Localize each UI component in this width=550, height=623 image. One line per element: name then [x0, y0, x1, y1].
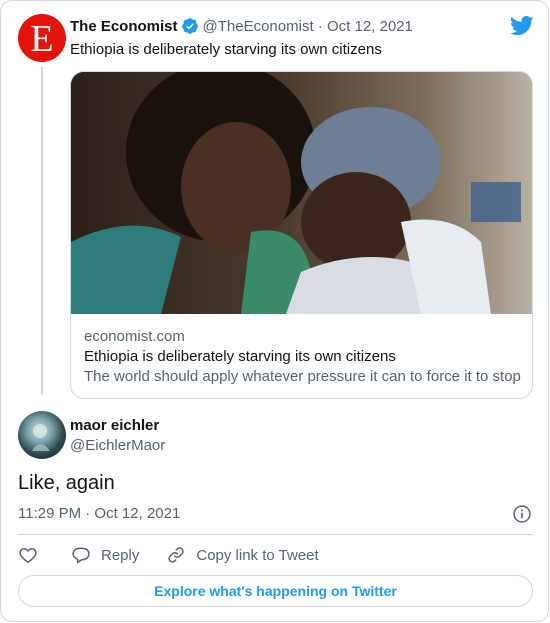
- quoted-author-name[interactable]: The Economist: [70, 18, 178, 35]
- quoted-tweet-date[interactable]: Oct 12, 2021: [327, 18, 413, 35]
- author-name[interactable]: maor eichler: [70, 417, 159, 434]
- quoted-tweet-header: The Economist @TheEconomist · Oct 12, 20…: [70, 17, 413, 35]
- user-avatar[interactable]: [18, 411, 66, 459]
- article-image: [71, 72, 532, 314]
- thread-line: [41, 67, 43, 395]
- author-handle[interactable]: @EichlerMaor: [70, 437, 165, 454]
- reply-button[interactable]: Reply: [71, 545, 139, 565]
- date-separator: ·: [313, 17, 327, 35]
- quoted-tweet-text: Ethiopia is deliberately starving its ow…: [70, 41, 382, 58]
- explore-label: Explore what's happening on Twitter: [154, 583, 397, 599]
- avatar-letter: E: [30, 18, 54, 60]
- link-domain: economist.com: [84, 328, 185, 345]
- link-preview-meta: economist.com Ethiopia is deliberately s…: [84, 328, 522, 388]
- like-button[interactable]: [18, 545, 38, 565]
- twitter-logo-icon[interactable]: [510, 16, 534, 36]
- reply-label: Reply: [101, 546, 140, 564]
- explore-twitter-button[interactable]: Explore what's happening on Twitter: [18, 575, 533, 607]
- copy-link-button[interactable]: Copy link to Tweet: [166, 545, 319, 565]
- reply-icon: [72, 547, 90, 564]
- tweet-text: Like, again: [18, 472, 115, 494]
- article-photo-illustration: [71, 72, 532, 314]
- link-preview-card[interactable]: economist.com Ethiopia is deliberately s…: [70, 71, 533, 399]
- tweet-actions: Reply Copy link to Tweet: [18, 544, 319, 566]
- info-icon[interactable]: [512, 504, 532, 524]
- verified-badge-icon: [181, 18, 198, 34]
- link-icon: [168, 547, 185, 563]
- link-description: The world should apply whatever pressure…: [84, 368, 521, 385]
- tweet-timestamp[interactable]: 11:29 PM · Oct 12, 2021: [18, 505, 180, 522]
- economist-avatar[interactable]: E: [18, 14, 66, 62]
- divider: [18, 534, 533, 535]
- tweet-embed-card: E The Economist @TheEconomist · Oct 12, …: [0, 0, 549, 622]
- heart-icon: [19, 548, 37, 563]
- copy-link-label: Copy link to Tweet: [196, 546, 319, 564]
- avatar-figure-icon: [32, 424, 50, 451]
- quoted-author-handle[interactable]: @TheEconomist: [203, 18, 314, 35]
- link-title: Ethiopia is deliberately starving its ow…: [84, 348, 396, 365]
